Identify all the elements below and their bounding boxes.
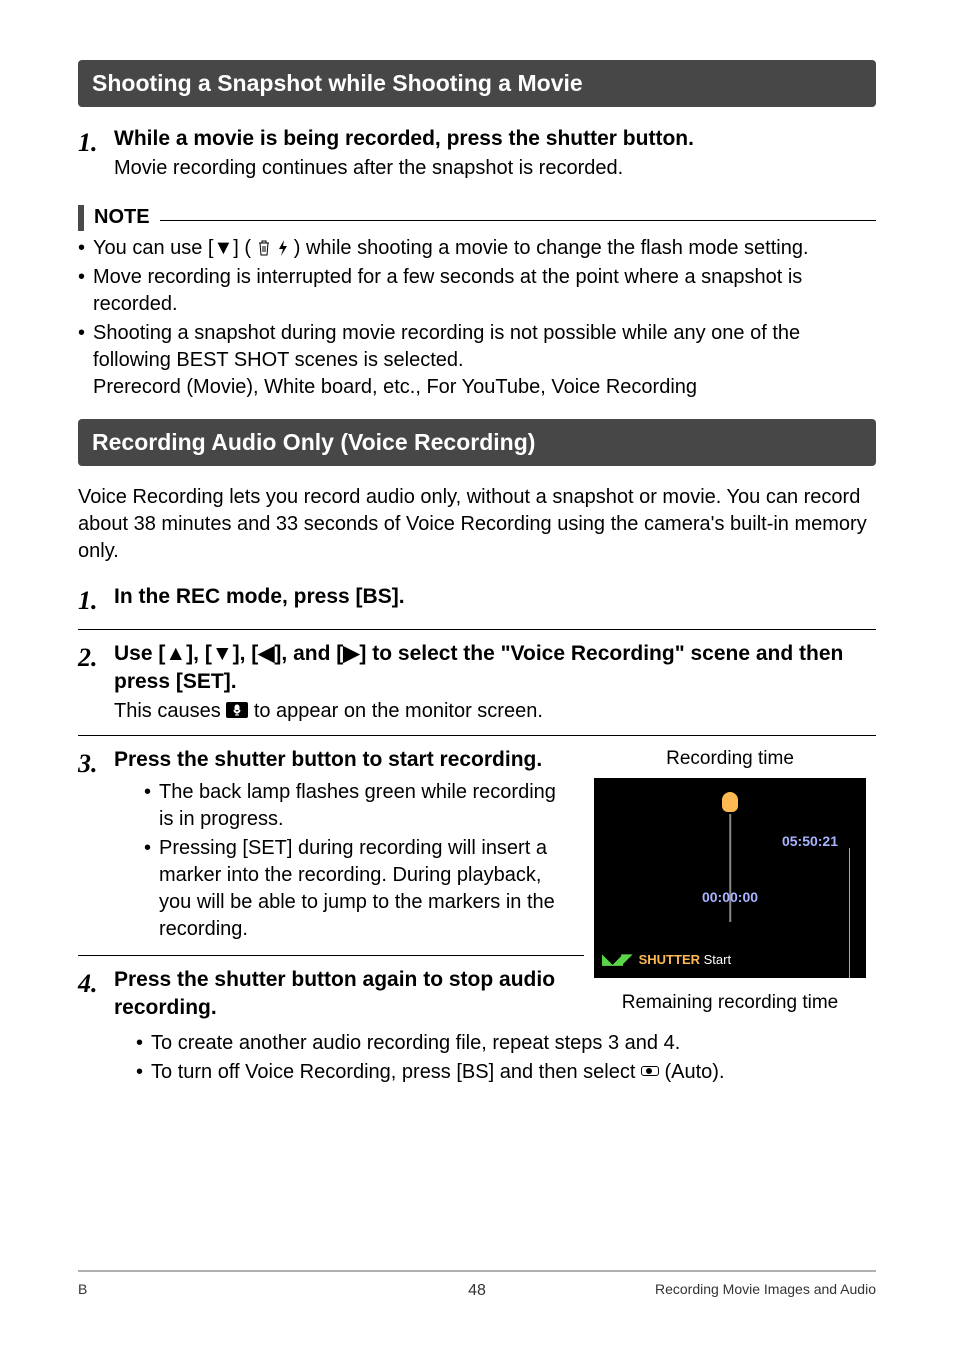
shutter-tag: SHUTTER bbox=[639, 952, 700, 967]
chevron-icon: ◣◢◤ bbox=[602, 950, 631, 970]
step-1: 1. While a movie is being recorded, pres… bbox=[78, 125, 876, 182]
step-divider bbox=[78, 955, 584, 956]
step-rec-1: 1. In the REC mode, press [BS]. bbox=[78, 583, 876, 618]
page-footer: B 48 Recording Movie Images and Audio bbox=[78, 1270, 876, 1299]
step-title: Press the shutter button again to stop a… bbox=[114, 966, 568, 1023]
step-bullet: • To create another audio recording file… bbox=[136, 1030, 876, 1057]
up-triangle-icon: ▲ bbox=[165, 642, 186, 665]
step-number: 3. bbox=[78, 746, 106, 781]
elapsed-time-value: 00:00:00 bbox=[702, 888, 758, 907]
note-bullet-2: • Move recording is interrupted for a fe… bbox=[78, 264, 876, 318]
section-intro: Voice Recording lets you record audio on… bbox=[78, 484, 876, 565]
step-number: 4. bbox=[78, 966, 106, 1001]
step-number: 2. bbox=[78, 640, 106, 675]
bullet-text: The back lamp flashes green while record… bbox=[159, 779, 568, 833]
step-number: 1. bbox=[78, 125, 106, 160]
voice-rec-icon bbox=[226, 702, 248, 718]
note-bullet-1: • You can use [▼] ( ) while shooting a m… bbox=[78, 235, 876, 262]
mic-icon bbox=[722, 792, 738, 812]
footer-left: B bbox=[78, 1280, 87, 1299]
note-rule bbox=[160, 220, 876, 221]
note-text: Move recording is interrupted for a few … bbox=[93, 264, 876, 318]
right-triangle-icon: ▶ bbox=[343, 642, 359, 665]
step-title: Press the shutter button to start record… bbox=[114, 746, 568, 774]
flash-icon bbox=[278, 240, 288, 256]
note-text: Prerecord (Movie), White board, etc., Fo… bbox=[93, 376, 697, 398]
down-triangle-icon: ▼ bbox=[213, 237, 233, 259]
note-label: NOTE bbox=[94, 204, 150, 231]
note-text: ) while shooting a movie to change the f… bbox=[294, 237, 809, 259]
step-bullet: • To turn off Voice Recording, press [BS… bbox=[136, 1059, 876, 1086]
page-number: 48 bbox=[468, 1280, 486, 1302]
bullet-text: To create another audio recording file, … bbox=[151, 1030, 680, 1057]
step-title: Use [▲], [▼], [◀], and [▶] to select the… bbox=[114, 640, 876, 697]
down-triangle-icon: ▼ bbox=[212, 642, 233, 665]
step-rec-2: 2. Use [▲], [▼], [◀], and [▶] to select … bbox=[78, 640, 876, 726]
step-title: While a movie is being recorded, press t… bbox=[114, 125, 876, 153]
bullet-text: Pressing [SET] during recording will ins… bbox=[159, 835, 568, 943]
step-text: Movie recording continues after the snap… bbox=[114, 153, 876, 182]
step-bullet: • Pressing [SET] during recording will i… bbox=[144, 835, 568, 943]
step-number: 1. bbox=[78, 583, 106, 618]
recording-time-label: Recording time bbox=[584, 746, 876, 772]
note-bullet-3: • Shooting a snapshot during movie recor… bbox=[78, 320, 876, 401]
left-triangle-icon: ◀ bbox=[258, 642, 274, 665]
step-rec-3: 3. Press the shutter button to start rec… bbox=[78, 746, 568, 944]
bullet-text: To turn off Voice Recording, press [BS] … bbox=[151, 1061, 641, 1083]
auto-mode-icon bbox=[641, 1066, 659, 1076]
bullet-text: (Auto). bbox=[659, 1061, 725, 1083]
note-text: Shooting a snapshot during movie recordi… bbox=[93, 322, 800, 371]
remaining-time-label: Remaining recording time bbox=[584, 990, 876, 1016]
step-divider bbox=[78, 735, 876, 736]
note-text: You can use [ bbox=[93, 237, 213, 259]
trash-icon bbox=[257, 240, 271, 256]
step-bullet: • The back lamp flashes green while reco… bbox=[144, 779, 568, 833]
start-text: Start bbox=[704, 952, 731, 967]
camera-screenshot: 05:50:21 00:00:00 ◣◢◤ SHUTTER Start bbox=[594, 778, 866, 978]
step-rec-4: 4. Press the shutter button again to sto… bbox=[78, 966, 568, 1023]
note-tick-icon bbox=[78, 205, 84, 231]
footer-right: Recording Movie Images and Audio bbox=[655, 1280, 876, 1299]
step-text: This causes to appear on the monitor scr… bbox=[114, 696, 876, 725]
remaining-time-value: 05:50:21 bbox=[782, 832, 856, 851]
step-divider bbox=[78, 629, 876, 630]
section-bar-shooting-snapshot: Shooting a Snapshot while Shooting a Mov… bbox=[78, 60, 876, 107]
step-title: In the REC mode, press [BS]. bbox=[114, 583, 876, 611]
note-text: ] ( bbox=[233, 237, 251, 259]
note-block: NOTE • You can use [▼] ( ) while shootin… bbox=[78, 204, 876, 401]
section-bar-voice-recording: Recording Audio Only (Voice Recording) bbox=[78, 419, 876, 466]
